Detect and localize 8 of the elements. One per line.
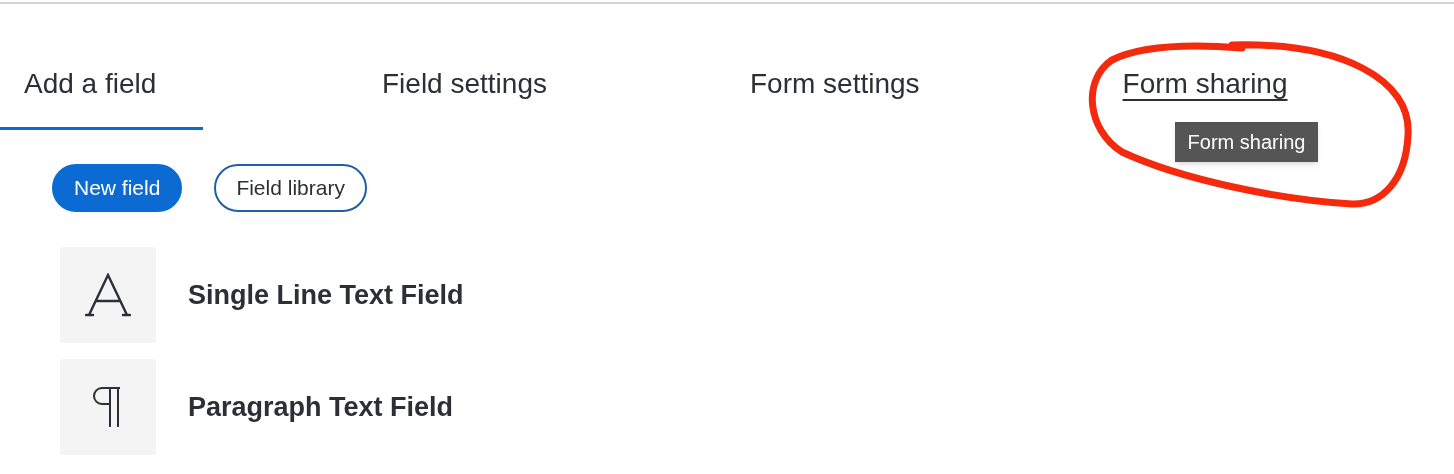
field-type-label[interactable]: Paragraph Text Field — [188, 386, 454, 428]
field-type-label[interactable]: Single Line Text Field — [188, 274, 464, 316]
new-field-button[interactable]: New field — [52, 164, 183, 212]
field-library-button[interactable]: Field library — [214, 164, 367, 212]
tab[interactable]: Form settings — [725, 40, 944, 130]
tooltip: Form sharing — [1174, 122, 1319, 162]
tab[interactable]: Field settings — [358, 40, 571, 130]
tab[interactable]: Add a field — [0, 40, 203, 130]
